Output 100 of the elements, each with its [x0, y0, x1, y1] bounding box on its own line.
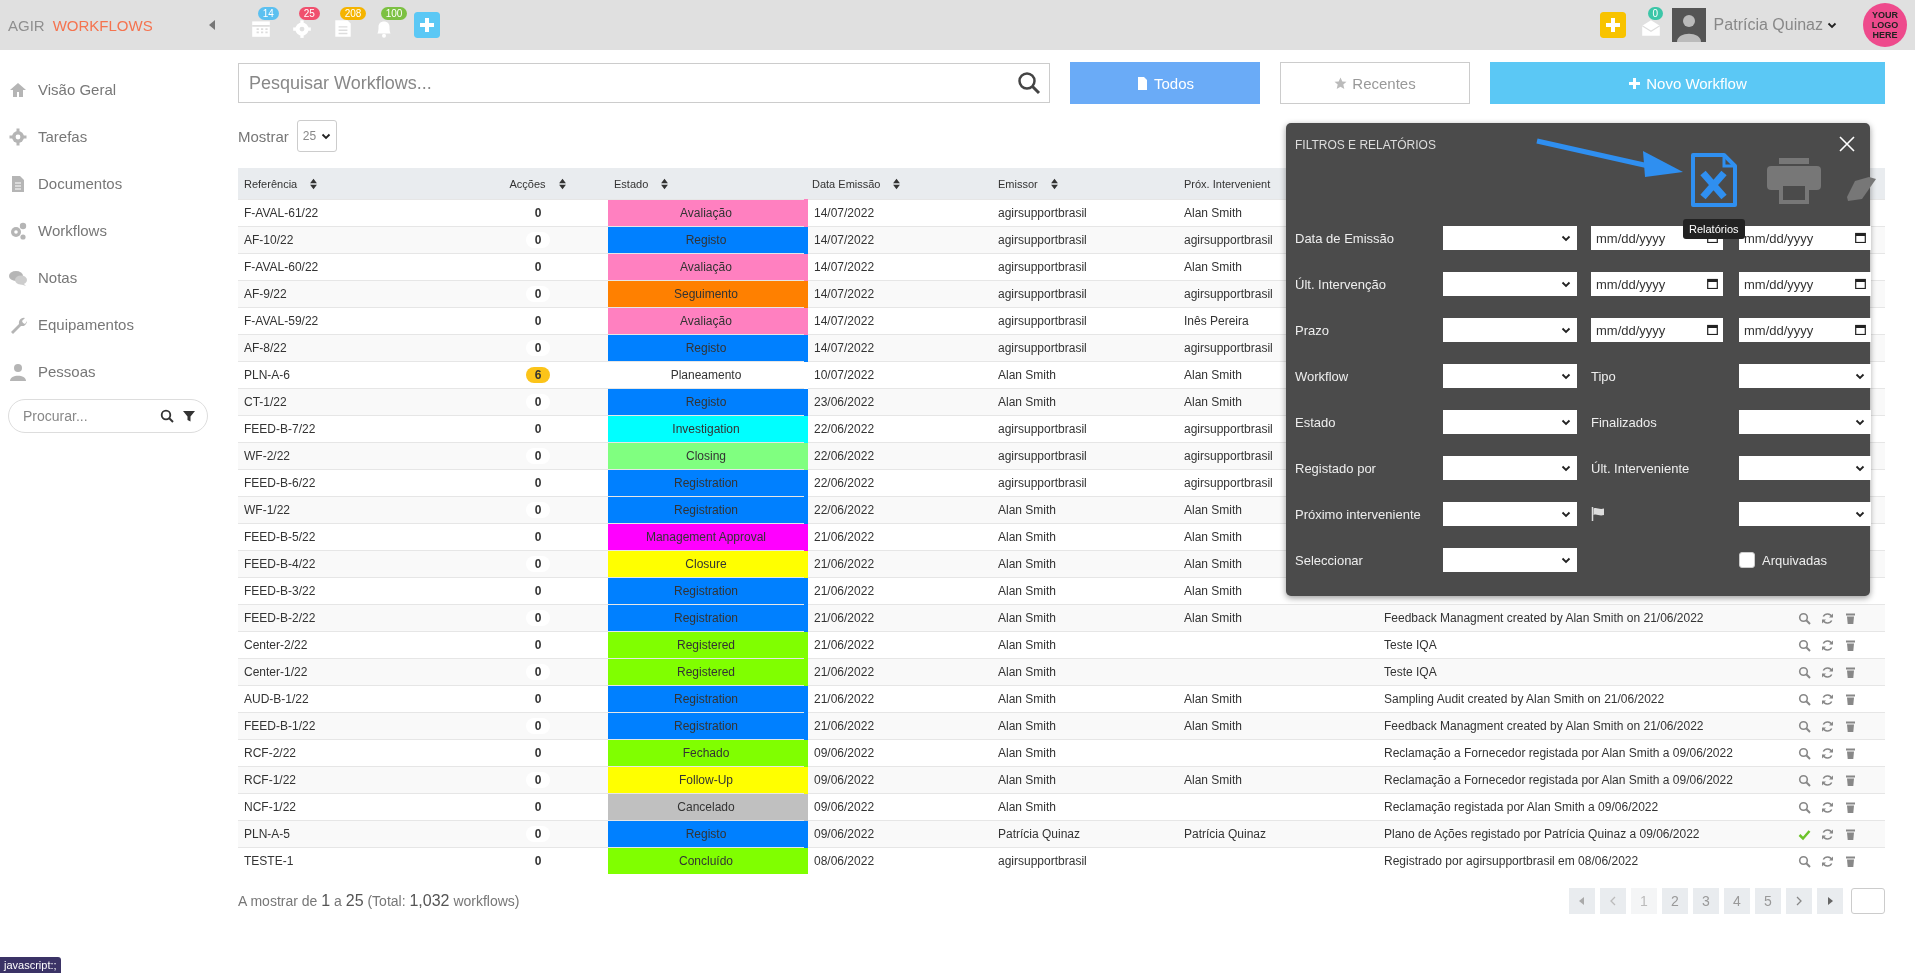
- count-badge: 0: [526, 610, 550, 626]
- table-cell: 21/06/2022: [806, 604, 992, 632]
- count-badge: 100: [380, 7, 408, 20]
- table-cell: agirsupportbrasil: [992, 280, 1178, 308]
- table-cell: agirsupportbrasil: [992, 442, 1178, 470]
- table-cell: Alan Smith: [1178, 766, 1378, 794]
- count-badge: 0: [526, 448, 550, 464]
- table-cell: agirsupportbrasil: [992, 847, 1178, 874]
- table-cell: WF-2/22: [238, 442, 468, 470]
- table-cell: 23/06/2022: [806, 388, 992, 416]
- column-header: Referência: [244, 177, 298, 190]
- status-cell: Registered: [608, 658, 806, 686]
- table-cell: CT-1/22: [238, 388, 468, 416]
- checkbox-label: Arquivadas: [1762, 552, 1828, 568]
- status-cell: Registo: [608, 226, 806, 254]
- count-badge: 0: [526, 772, 550, 788]
- table-cell: Alan Smith: [992, 766, 1178, 794]
- status-cell: Avaliação: [608, 307, 806, 335]
- table-cell: Alan Smith: [992, 496, 1178, 524]
- table-cell: 21/06/2022: [806, 658, 992, 686]
- table-cell: Registrado por agirsupportbrasil em 08/06/2022: [1378, 847, 1792, 874]
- filter-label: Tipo: [1591, 368, 1617, 384]
- filter-label: Seleccionar: [1295, 552, 1364, 568]
- table-cell: Alan Smith: [992, 712, 1178, 740]
- status-cell: Registo: [608, 334, 806, 362]
- table-cell: Alan Smith: [1178, 604, 1378, 632]
- count-badge: 0: [1647, 7, 1664, 20]
- table-cell: WF-1/22: [238, 496, 468, 524]
- panel-title: FILTROS E RELATÓRIOS: [1295, 138, 1436, 152]
- column-header: Data Emissão: [812, 177, 881, 190]
- count-badge: 0: [526, 286, 550, 302]
- status-cell: Avaliação: [608, 253, 806, 281]
- status-cell: Concluído: [608, 847, 806, 874]
- status-cell: Registration: [608, 712, 806, 740]
- table-cell: Alan Smith: [992, 388, 1178, 416]
- status-cell: Closure: [608, 550, 806, 578]
- table-cell: AF-8/22: [238, 334, 468, 362]
- status-cell: Registration: [608, 685, 806, 713]
- table-cell: 08/06/2022: [806, 847, 992, 874]
- table-cell: 09/06/2022: [806, 766, 992, 794]
- table-cell: 21/06/2022: [806, 550, 992, 578]
- table-cell: Patrícia Quinaz: [1178, 820, 1378, 848]
- table-cell: Teste IQA: [1378, 658, 1792, 686]
- count-badge: 208: [339, 7, 367, 20]
- table-cell: 14/07/2022: [806, 334, 992, 362]
- count-badge: 6: [526, 367, 550, 383]
- brand-name: AGIR: [8, 16, 45, 34]
- count-badge: 0: [526, 232, 550, 248]
- table-cell: PLN-A-5: [238, 820, 468, 848]
- column-header: Acções: [509, 177, 546, 190]
- table-cell: 22/06/2022: [806, 496, 992, 524]
- table-cell: agirsupportbrasil: [992, 334, 1178, 362]
- status-cell: Registration: [608, 496, 806, 524]
- count-badge: 0: [526, 664, 550, 680]
- table-cell: RCF-1/22: [238, 766, 468, 794]
- status-cell: Registered: [608, 631, 806, 659]
- count-badge: 0: [526, 340, 550, 356]
- status-cell: Fechado: [608, 739, 806, 767]
- module-name: WORKFLOWS: [52, 16, 153, 34]
- table-cell: AF-10/22: [238, 226, 468, 254]
- table-cell: agirsupportbrasil: [992, 226, 1178, 254]
- count-badge: 0: [526, 556, 550, 572]
- count-badge: 0: [526, 502, 550, 518]
- tooltip: Relatórios: [1683, 219, 1745, 239]
- table-cell: Feedback Managment created by Alan Smith on 21/06/2022: [1378, 604, 1792, 632]
- filter-label: Finalizados: [1591, 414, 1658, 430]
- count-badge: 25: [298, 7, 320, 20]
- count-badge: 0: [526, 394, 550, 410]
- status-cell: Cancelado: [608, 793, 806, 821]
- table-cell: AF-9/22: [238, 280, 468, 308]
- table-cell: 21/06/2022: [806, 712, 992, 740]
- company-logo: YOUR LOGO HERE: [1863, 3, 1907, 47]
- table-cell: FEED-B-1/22: [238, 712, 468, 740]
- table-cell: Alan Smith: [1178, 712, 1378, 740]
- status-cell: Registration: [608, 604, 806, 632]
- status-cell: Seguimento: [608, 280, 806, 308]
- table-cell: 22/06/2022: [806, 442, 992, 470]
- status-cell: Investigation: [608, 415, 806, 443]
- column-header: Próx. Intervenient: [1184, 177, 1271, 190]
- table-cell: TESTE-1: [238, 847, 468, 874]
- status-cell: Avaliação: [608, 199, 806, 227]
- page-size-label: Mostrar: [238, 127, 289, 145]
- count-badge: 14: [257, 7, 279, 20]
- table-cell: Alan Smith: [992, 550, 1178, 578]
- status-cell: Management Approval: [608, 523, 806, 551]
- column-header: Estado: [614, 177, 649, 190]
- table-cell: FEED-B-4/22: [238, 550, 468, 578]
- status-cell: Registration: [608, 577, 806, 605]
- table-cell: Patrícia Quinaz: [992, 820, 1178, 848]
- table-cell: 09/06/2022: [806, 820, 992, 848]
- status-cell: Closing: [608, 442, 806, 470]
- table-cell: Plano de Ações registado por Patrícia Quinaz a 09/06/2022: [1378, 820, 1792, 848]
- status-cell: Registo: [608, 388, 806, 416]
- table-cell: Center-1/22: [238, 658, 468, 686]
- status-bar: javascript:;: [0, 957, 61, 973]
- count-badge: 0: [526, 826, 550, 842]
- table-cell: 14/07/2022: [806, 280, 992, 308]
- status-cell: Registration: [608, 469, 806, 497]
- results-summary: A mostrar de 1 a 25 (Total: 1,032 workflows): [238, 892, 520, 910]
- table-cell: Alan Smith: [992, 604, 1178, 632]
